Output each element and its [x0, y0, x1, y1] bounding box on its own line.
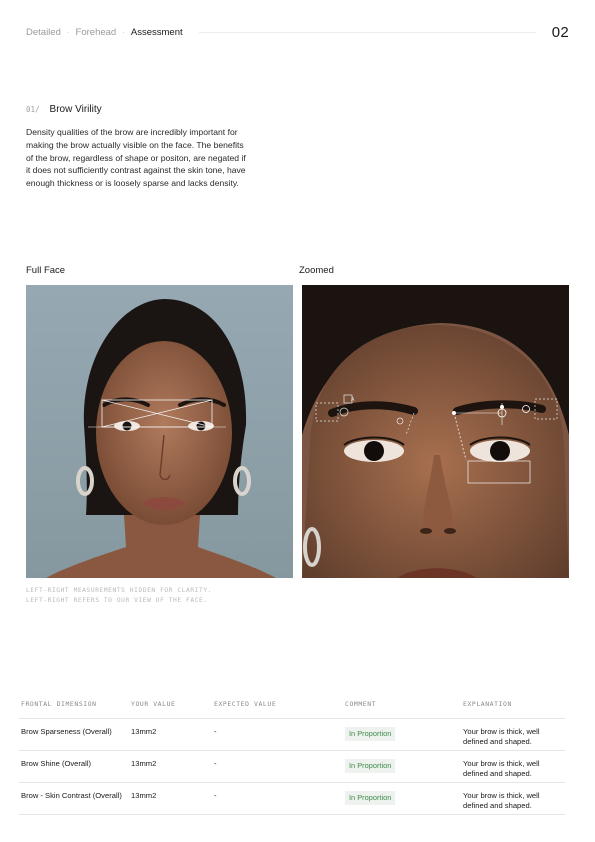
- header-explanation: EXPLANATION: [463, 700, 512, 708]
- page-number: 02: [551, 23, 569, 41]
- table-row: Brow - Skin Contrast (Overall) 13mm2 - I…: [19, 783, 565, 815]
- header-comment: COMMENT: [345, 700, 377, 708]
- zoomed-face-image: A: [302, 285, 569, 578]
- cell-dimension: Brow Sparseness (Overall): [21, 727, 112, 736]
- cell-dimension: Brow Shine (Overall): [21, 759, 92, 768]
- table-row: Brow Sparseness (Overall) 13mm2 - In Pro…: [19, 719, 565, 751]
- full-face-label: Full Face: [26, 265, 66, 276]
- comment-badge: In Proportion: [345, 759, 396, 773]
- breadcrumb-separator: ·: [122, 27, 125, 37]
- section-title: Brow Virility: [49, 104, 102, 115]
- zoomed-face-illustration: A: [302, 285, 569, 578]
- caption-line-1: LEFT-RIGHT MEASUREMENTS HIDDEN FOR CLARI…: [26, 587, 212, 594]
- breadcrumb-detailed[interactable]: Detailed: [26, 27, 61, 38]
- breadcrumb: Detailed · Forehead · Assessment: [26, 27, 183, 38]
- cell-value: 13mm2: [131, 791, 157, 800]
- cell-explanation: Your brow is thick, well defined and sha…: [463, 727, 540, 746]
- breadcrumb-separator: ·: [66, 27, 70, 37]
- zoomed-label: Zoomed: [299, 265, 334, 276]
- cell-expected: -: [214, 727, 217, 736]
- cell-expected: -: [214, 759, 217, 768]
- cell-explanation: Your brow is thick, well defined and sha…: [463, 791, 540, 810]
- section-description: Density qualities of the brow are incred…: [26, 127, 246, 189]
- comment-badge: In Proportion: [345, 791, 396, 805]
- full-face-illustration: [26, 285, 293, 578]
- cell-expected: -: [214, 791, 217, 800]
- image-caption: LEFT-RIGHT MEASUREMENTS HIDDEN FOR CLARI…: [26, 586, 212, 606]
- dimension-table: FRONTAL DIMENSION YOUR VALUE EXPECTED VA…: [19, 700, 565, 815]
- cell-value: 13mm2: [131, 727, 157, 736]
- section-number: 01/: [26, 105, 40, 114]
- cell-comment: In Proportion: [343, 791, 461, 805]
- comment-badge: In Proportion: [345, 727, 396, 741]
- table-header: FRONTAL DIMENSION YOUR VALUE EXPECTED VA…: [19, 700, 565, 719]
- caption-line-2: LEFT-RIGHT REFERS TO OUR VIEW OF THE FAC…: [26, 597, 208, 604]
- cell-explanation: Your brow is thick, well defined and sha…: [463, 759, 540, 778]
- header-divider: [198, 31, 536, 33]
- table-row: Brow Shine (Overall) 13mm2 - In Proporti…: [19, 751, 565, 783]
- cell-dimension: Brow - Skin Contrast (Overall): [21, 791, 122, 800]
- breadcrumb-forehead[interactable]: Forehead: [76, 27, 117, 38]
- breadcrumb-assessment: Assessment: [130, 26, 183, 38]
- full-face-image: [26, 285, 293, 578]
- page-header: Detailed · Forehead · Assessment 02: [26, 23, 569, 41]
- cell-comment: In Proportion: [343, 759, 461, 773]
- header-frontal-dimension: FRONTAL DIMENSION: [21, 700, 97, 708]
- cell-comment: In Proportion: [343, 727, 461, 741]
- zoom-marker-label: A: [351, 397, 355, 403]
- cell-value: 13mm2: [131, 759, 157, 768]
- header-expected-value: EXPECTED VALUE: [214, 700, 277, 708]
- section-heading: 01/ Brow Virility: [26, 104, 102, 115]
- header-your-value: YOUR VALUE: [131, 700, 176, 708]
